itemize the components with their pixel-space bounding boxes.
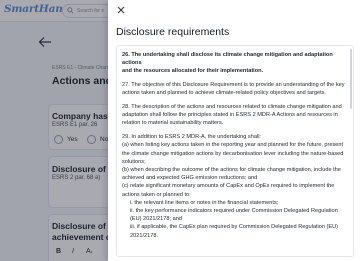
- list-item: ii. the key performance indicators requi…: [130, 207, 338, 214]
- paragraph-26: 26. The undertaking shall disclose its c…: [122, 51, 349, 76]
- text-line: 29. In addition to ESRS 2 MDR-A, the und…: [122, 134, 261, 141]
- text-line: 26. The undertaking shall disclose its c…: [122, 52, 333, 67]
- text-line: achieved and expected GHG emission reduc…: [122, 175, 258, 182]
- list-item: iii. if applicable, the CapEx plan requi…: [130, 224, 339, 231]
- text-line: 28. The description of the actions and r…: [122, 104, 342, 111]
- disclosure-drawer: Disclosure requirements 26. The undertak…: [108, 0, 360, 261]
- text-line: solutions;: [122, 158, 146, 165]
- text-line: the climate change mitigation actions by…: [122, 150, 344, 157]
- text-line: (c) relate significant monetary amounts …: [122, 183, 335, 190]
- text-line: adaptation shall follow the principles s…: [122, 112, 338, 119]
- scrollbar[interactable]: [350, 49, 352, 109]
- requirements-text: 26. The undertaking shall disclose its c…: [116, 45, 354, 257]
- text-line: 27. The objective of this Disclosure Req…: [122, 82, 345, 89]
- text-line: and the resources allocated for their im…: [122, 68, 264, 75]
- list-item: i. the relevant line items or notes in t…: [130, 199, 279, 206]
- paragraph-27: 27. The objective of this Disclosure Req…: [122, 81, 349, 97]
- drawer-title: Disclosure requirements: [116, 26, 230, 38]
- text-line: actions taken or planned to:: [122, 191, 191, 198]
- text-line: (a) when listing key actions taken in th…: [122, 142, 344, 149]
- paragraph-28: 28. The description of the actions and r…: [122, 103, 349, 128]
- text-line: actions taken and planned to achieve cli…: [122, 90, 326, 97]
- paragraph-29: 29. In addition to ESRS 2 MDR-A, the und…: [122, 133, 349, 240]
- list-item: 2021/2178.: [130, 232, 158, 239]
- text-line: (b) when describing the outcome of the a…: [122, 166, 341, 173]
- list-item: (EU) 2021/2178; and: [130, 216, 182, 223]
- close-icon[interactable]: [116, 5, 126, 15]
- text-line: relation to material sustainability matt…: [122, 120, 224, 127]
